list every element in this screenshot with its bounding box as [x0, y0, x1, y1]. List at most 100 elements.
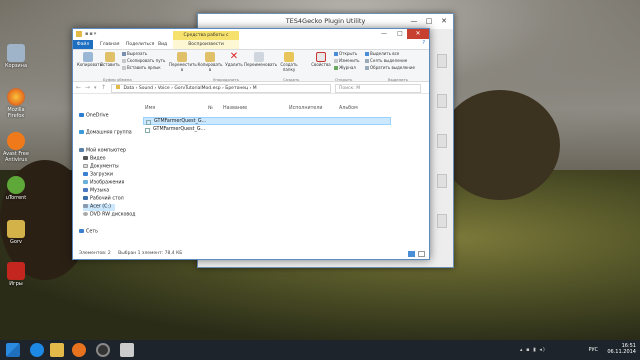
breadcrumb-item[interactable]: GorvTutorialMod.esp [174, 86, 220, 91]
nav-item-videos[interactable]: Видео [83, 156, 106, 163]
desktop-icon-recycle-bin[interactable]: Корзина [2, 44, 30, 69]
breadcrumb-item[interactable]: Sound [139, 86, 153, 91]
gecko-side-button[interactable] [437, 94, 447, 108]
explorer-close-button[interactable]: ✕ [407, 29, 429, 39]
file-explorer-icon[interactable] [50, 343, 64, 357]
properties-button[interactable]: Свойства [310, 51, 332, 68]
recycle-bin-icon [7, 44, 25, 62]
status-selection: Выбран 1 элемент: 78,4 КБ [118, 251, 183, 256]
nav-item-network[interactable]: Сеть [79, 229, 98, 236]
copy-to-button[interactable]: Копировать в [197, 51, 223, 72]
copy-button[interactable]: Копировать [77, 51, 102, 68]
start-button-windows-icon[interactable] [6, 343, 20, 357]
search-input[interactable]: Поиск: M [335, 83, 421, 93]
rename-button[interactable]: Переименовать [244, 51, 277, 68]
forward-arrow-icon[interactable]: → [85, 84, 90, 91]
tab-file[interactable]: Файл [73, 40, 93, 49]
breadcrumb-item[interactable]: M [253, 86, 257, 91]
computer-icon [79, 148, 84, 152]
desktop-icon-utorrent[interactable]: uTorrent [2, 176, 30, 201]
desktop-icon-games[interactable]: Игры [2, 262, 30, 287]
desktop-icon-firefox[interactable]: Mozilla Firefox [2, 88, 30, 119]
column-header-artists[interactable]: Исполнители [289, 106, 323, 111]
open-button[interactable]: Открыть [334, 51, 357, 56]
nav-item-music[interactable]: Музыка [83, 188, 109, 195]
nav-item-computer[interactable]: Мой компьютер [79, 148, 126, 155]
column-header-number[interactable]: № [208, 106, 213, 111]
help-icon[interactable]: ? [422, 40, 425, 46]
disc-icon [83, 212, 88, 216]
firefox-icon [7, 88, 25, 106]
java-icon[interactable] [120, 343, 134, 357]
nav-item-pictures[interactable]: Изображения [83, 180, 124, 187]
audio-file-icon [146, 119, 151, 125]
music-tools-context-tab: Средства работы с музыкой [173, 31, 239, 47]
invert-selection-button[interactable]: Обратить выделение [365, 65, 415, 70]
file-row[interactable]: GTMFarmerQuest_G... [143, 126, 223, 134]
gecko-side-button[interactable] [437, 214, 447, 228]
up-arrow-icon[interactable]: ↑ [101, 84, 106, 91]
obs-icon[interactable] [96, 343, 110, 357]
nav-item-onedrive[interactable]: OneDrive [79, 113, 109, 120]
gecko-side-button[interactable] [437, 174, 447, 188]
new-folder-button[interactable]: Создать папку [278, 51, 300, 72]
column-header-album[interactable]: Альбом [339, 106, 358, 111]
cut-button[interactable]: Вырезать [122, 51, 147, 56]
select-none-icon [365, 59, 369, 63]
gecko-side-button[interactable] [437, 134, 447, 148]
quick-access-toolbar[interactable]: ▪▪▾ [85, 31, 105, 37]
firefox-taskbar-icon[interactable] [72, 343, 86, 357]
nav-item-dvd[interactable]: DVD RW дисковод [83, 212, 136, 219]
nav-item-drive-c[interactable]: Acer (C:) [83, 204, 115, 211]
taskbar: ▴ ▪ ▮ ◂) РУС 16:51 06.11.2014 [0, 340, 640, 360]
tiles-view-icon[interactable] [418, 251, 425, 257]
explorer-maximize-button[interactable]: □ [393, 29, 407, 39]
history-button[interactable]: Журнал [334, 65, 356, 70]
delete-button[interactable]: ✕ Удалить [225, 51, 243, 68]
breadcrumb-item[interactable]: Data [123, 86, 134, 91]
avast-icon [7, 132, 25, 150]
address-box[interactable]: Data › Sound › Voice › GorvTutorialMod.e… [111, 83, 331, 93]
clock[interactable]: 16:51 06.11.2014 [600, 343, 636, 355]
back-arrow-icon[interactable]: ← [76, 84, 81, 91]
copy-path-button[interactable]: Скопировать путь [122, 58, 165, 63]
edit-button[interactable]: Изменить [334, 58, 360, 63]
desktop-icon-gorv[interactable]: Gorv [2, 220, 30, 245]
tab-play[interactable]: Воспроизвести [173, 40, 239, 49]
audio-file-icon [145, 127, 150, 133]
desktop-icon-avast[interactable]: Avast Free Antivirus [2, 132, 30, 163]
explorer-minimize-button[interactable]: — [377, 29, 391, 39]
column-header-name[interactable]: Имя [145, 106, 155, 111]
select-all-button[interactable]: Выделить все [365, 51, 399, 56]
tab-share[interactable]: Поделиться [123, 40, 157, 49]
file-row-selected[interactable]: GTMFarmerQuest_G... [143, 117, 391, 125]
nav-item-downloads[interactable]: Загрузки [83, 172, 113, 179]
move-to-button[interactable]: Переместить в [169, 51, 197, 72]
language-indicator[interactable]: РУС [588, 347, 598, 353]
system-tray-icons[interactable]: ▴ ▪ ▮ ◂) [520, 347, 580, 353]
properties-icon [316, 52, 326, 62]
paste-shortcut-button[interactable]: Вставить ярлык [122, 65, 161, 70]
gecko-maximize-button[interactable]: □ [422, 14, 436, 29]
select-none-button[interactable]: Снять выделение [365, 58, 407, 63]
tab-view[interactable]: Вид [155, 40, 170, 49]
nav-item-homegroup[interactable]: Домашняя группа [79, 130, 132, 137]
open-icon [334, 52, 338, 56]
paste-button[interactable]: Вставить [100, 51, 120, 68]
nav-item-desktop[interactable]: Рабочий стол [83, 196, 124, 203]
breadcrumb-item[interactable]: Бретонец [225, 86, 248, 91]
video-icon [83, 156, 88, 160]
folder-icon [76, 31, 82, 37]
recent-chevron-icon[interactable]: ▾ [94, 85, 97, 91]
homegroup-icon [79, 130, 84, 134]
nav-item-documents[interactable]: Документы [83, 164, 119, 171]
gecko-minimize-button[interactable]: — [407, 14, 421, 29]
wallpaper-tree [440, 90, 560, 200]
gecko-close-button[interactable]: ✕ [437, 14, 451, 29]
gecko-side-button[interactable] [437, 54, 447, 68]
column-header-title[interactable]: Название [223, 106, 247, 111]
ie-icon[interactable] [30, 343, 44, 357]
details-view-icon[interactable] [408, 251, 415, 257]
tab-home[interactable]: Главная [97, 40, 122, 49]
breadcrumb-item[interactable]: Voice [158, 86, 170, 91]
